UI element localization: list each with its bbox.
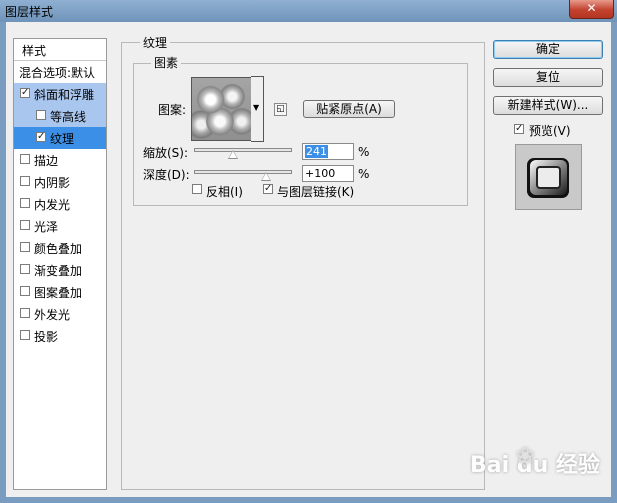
pattern-swatch[interactable] [191,77,255,141]
pattern-label: 图案: [158,103,187,117]
style-item[interactable]: 内阴影 [14,171,106,193]
new-preset-icon[interactable]: ◱ [274,103,287,116]
depth-label: 深度(D): [143,168,190,182]
scale-unit: % [358,145,370,159]
style-item-checkbox[interactable] [20,198,30,208]
depth-slider-thumb[interactable] [260,172,271,181]
style-item-label: 内阴影 [34,176,71,190]
style-item-label: 描边 [34,154,59,168]
styles-list-header[interactable]: 样式 [14,39,106,61]
style-item-label: 混合选项:默认 [19,66,96,80]
scale-slider-thumb[interactable] [228,150,239,159]
scale-input[interactable]: 241 [302,143,354,160]
depth-value: +100 [305,167,336,180]
invert-checkbox[interactable] [192,184,202,194]
link-with-layer-label: 与图层链接(K) [277,185,355,199]
depth-input[interactable]: +100 [302,165,354,182]
preview-label: 预览(V) [529,124,571,138]
style-item-checkbox[interactable] [20,176,30,186]
texture-group-title: 纹理 [140,34,171,51]
style-item-label: 内发光 [34,198,71,212]
layer-style-dialog: 图层样式 ✕ 样式 混合选项:默认 ✓ 斜面和浮雕等高线 ✓ 纹理描边内阴影内发光光泽颜… [0,0,617,503]
close-button[interactable]: ✕ [569,0,614,19]
snap-to-origin-button[interactable]: 贴紧原点(A) [303,100,395,118]
style-item-checkbox[interactable] [20,220,30,230]
style-item[interactable]: ✓ 纹理 [14,127,106,149]
style-item[interactable]: 混合选项:默认 [14,61,106,83]
style-item-label: 光泽 [34,220,59,234]
depth-unit: % [358,167,370,181]
style-item-checkbox[interactable] [20,154,30,164]
style-item-checkbox[interactable] [20,308,30,318]
scale-slider-track[interactable] [194,148,292,152]
watermark: ❀ Bai du 经验 [470,444,600,479]
window-frame-bottom [0,497,617,503]
style-item-checkbox[interactable] [20,286,30,296]
style-item-label: 纹理 [50,132,75,146]
style-item-label: 图案叠加 [34,286,83,300]
window-title: 图层样式 [5,5,54,19]
style-item[interactable]: 光泽 [14,215,106,237]
preview-checkbox[interactable]: ✓ [514,124,524,134]
style-item[interactable]: 投影 [14,325,106,347]
triangle-down-icon: ▼ [253,103,260,112]
style-item-label: 等高线 [50,110,87,124]
link-with-layer-checkbox[interactable]: ✓ [263,184,273,194]
depth-slider-track[interactable] [194,170,292,174]
invert-label: 反相(I) [206,185,243,199]
style-item-checkbox[interactable] [36,110,46,120]
style-item[interactable]: 内发光 [14,193,106,215]
paw-logo-icon: ❀ [516,444,535,469]
title-bar[interactable]: 图层样式 ✕ [0,0,617,22]
style-item-checkbox[interactable] [20,264,30,274]
style-item[interactable]: 图案叠加 [14,281,106,303]
style-item[interactable]: ✓ 斜面和浮雕 [14,83,106,105]
watermark-text: Bai du 经验 [470,453,600,478]
style-item-label: 投影 [34,330,59,344]
style-item-label: 斜面和浮雕 [34,88,95,102]
style-preview-thumbnail [515,144,582,210]
style-item-label: 渐变叠加 [34,264,83,278]
scale-value: 241 [305,145,328,158]
style-item-label: 外发光 [34,308,71,322]
reset-button[interactable]: 复位 [493,68,603,87]
style-item-checkbox[interactable] [20,330,30,340]
styles-header-label: 样式 [22,44,47,58]
style-item[interactable]: 渐变叠加 [14,259,106,281]
style-item[interactable]: 等高线 [14,105,106,127]
style-item-checkbox[interactable]: ✓ [36,132,46,142]
pattern-picker-dropdown[interactable]: ▼ [251,76,264,142]
styles-list: 样式 混合选项:默认 ✓ 斜面和浮雕等高线 ✓ 纹理描边内阴影内发光光泽颜色叠加渐变叠加… [13,38,107,490]
style-item[interactable]: 外发光 [14,303,106,325]
ok-button[interactable]: 确定 [493,40,603,59]
style-item[interactable]: 颜色叠加 [14,237,106,259]
style-item-checkbox[interactable] [20,242,30,252]
bevel-preview-icon [527,158,569,198]
elements-group-title: 图素 [151,54,182,71]
scale-label: 缩放(S): [143,146,189,160]
new-style-button[interactable]: 新建样式(W)... [493,96,603,115]
style-item-checkbox[interactable]: ✓ [20,88,30,98]
window-frame-right [611,22,617,497]
style-item-label: 颜色叠加 [34,242,83,256]
style-item[interactable]: 描边 [14,149,106,171]
